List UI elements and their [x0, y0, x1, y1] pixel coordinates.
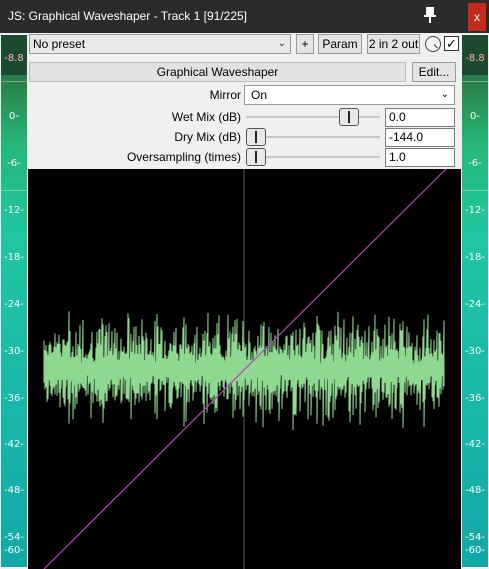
window-title: JS: Graphical Waveshaper - Track 1 [91/2…	[8, 9, 247, 23]
oversampling-slider[interactable]	[246, 148, 380, 166]
add-preset-label: +	[301, 37, 309, 51]
meter-tick: -6-	[468, 158, 482, 169]
tick-line	[1, 190, 27, 191]
close-button[interactable]: x	[468, 3, 486, 31]
slider-thumb[interactable]	[339, 108, 360, 126]
peak-readout-right: -8.8	[465, 53, 485, 64]
wet-mix-slider[interactable]	[246, 108, 380, 126]
edit-button-label: Edit...	[418, 65, 450, 79]
plugin-name-bar: Graphical Waveshaper	[29, 62, 406, 82]
tick-line	[462, 190, 488, 191]
meter-tick: -6-	[7, 158, 21, 169]
left-level-meter: -8.8 0- -6- -12- -18- -24- -30- -36- -42…	[1, 35, 27, 567]
add-preset-button[interactable]: +	[296, 34, 314, 54]
meter-tick: -36-	[4, 393, 24, 404]
meter-tick: -48-	[465, 485, 485, 496]
wet-mix-label: Wet Mix (dB)	[171, 110, 241, 124]
slider-thumb[interactable]	[246, 128, 266, 146]
meter-tick: -24-	[4, 299, 24, 310]
slider-groove	[246, 116, 380, 118]
plugin-name: Graphical Waveshaper	[156, 65, 279, 79]
meter-tick: -12-	[4, 205, 24, 216]
meter-tick: -60-	[465, 545, 485, 556]
meter-tick: -12-	[465, 205, 485, 216]
dry-mix-label: Dry Mix (dB)	[174, 130, 241, 144]
meter-tick: -36-	[465, 393, 485, 404]
wet-mix-value[interactable]: 0.0	[385, 108, 455, 127]
chevron-down-icon: ⌄	[440, 89, 449, 100]
meter-tick: 0-	[9, 111, 19, 122]
wet-knob-icon[interactable]	[425, 36, 441, 52]
close-label: x	[474, 10, 480, 24]
dry-mix-value[interactable]: -144.0	[385, 128, 455, 147]
mirror-select[interactable]: On ⌄	[244, 85, 455, 105]
meter-tick: -42-	[4, 439, 24, 450]
waveshaper-canvas[interactable]	[28, 169, 461, 569]
meter-tick: -42-	[465, 439, 485, 450]
io-routing-label: 2 in 2 out	[368, 37, 419, 51]
title-bar: JS: Graphical Waveshaper - Track 1 [91/2…	[0, 0, 489, 33]
meter-tick: -30-	[465, 346, 485, 357]
preset-dropdown[interactable]: No preset ⌄	[29, 34, 291, 54]
param-button-label: Param	[322, 37, 358, 51]
meter-tick: -60-	[4, 545, 24, 556]
tick-line	[1, 81, 27, 82]
slider-groove	[246, 136, 380, 138]
waveshaper-graph[interactable]	[28, 169, 461, 569]
dry-mix-slider[interactable]	[246, 128, 380, 146]
mirror-value: On	[251, 88, 268, 102]
oversampling-value[interactable]: 1.0	[385, 148, 455, 167]
slider-groove	[246, 156, 380, 158]
io-routing-button[interactable]: 2 in 2 out	[367, 34, 420, 54]
slider-thumb[interactable]	[246, 148, 266, 166]
peak-readout-left: -8.8	[4, 53, 24, 64]
meter-tick: -48-	[4, 485, 24, 496]
right-level-meter: -8.8 0- -6- -12- -18- -24- -30- -36- -42…	[462, 35, 488, 567]
meter-tick: -24-	[465, 299, 485, 310]
tick-line	[462, 81, 488, 82]
meter-tick: -18-	[4, 252, 24, 263]
edit-button[interactable]: Edit...	[412, 62, 456, 82]
mirror-label: Mirror	[209, 88, 241, 102]
meter-tick: -18-	[465, 252, 485, 263]
plugin-toolbar: No preset ⌄ + Param 2 in 2 out ✓	[28, 33, 461, 55]
meter-tick: -30-	[4, 346, 24, 357]
meter-tick: -54-	[465, 532, 485, 543]
pin-icon[interactable]	[420, 4, 440, 26]
chevron-down-icon: ⌄	[277, 38, 286, 49]
meter-tick: -54-	[4, 532, 24, 543]
bypass-checkbox[interactable]: ✓	[444, 36, 459, 51]
preset-value: No preset	[33, 37, 86, 51]
oversampling-label: Oversampling (times)	[126, 150, 241, 164]
param-button[interactable]: Param	[318, 34, 362, 54]
meter-tick: 0-	[470, 111, 480, 122]
